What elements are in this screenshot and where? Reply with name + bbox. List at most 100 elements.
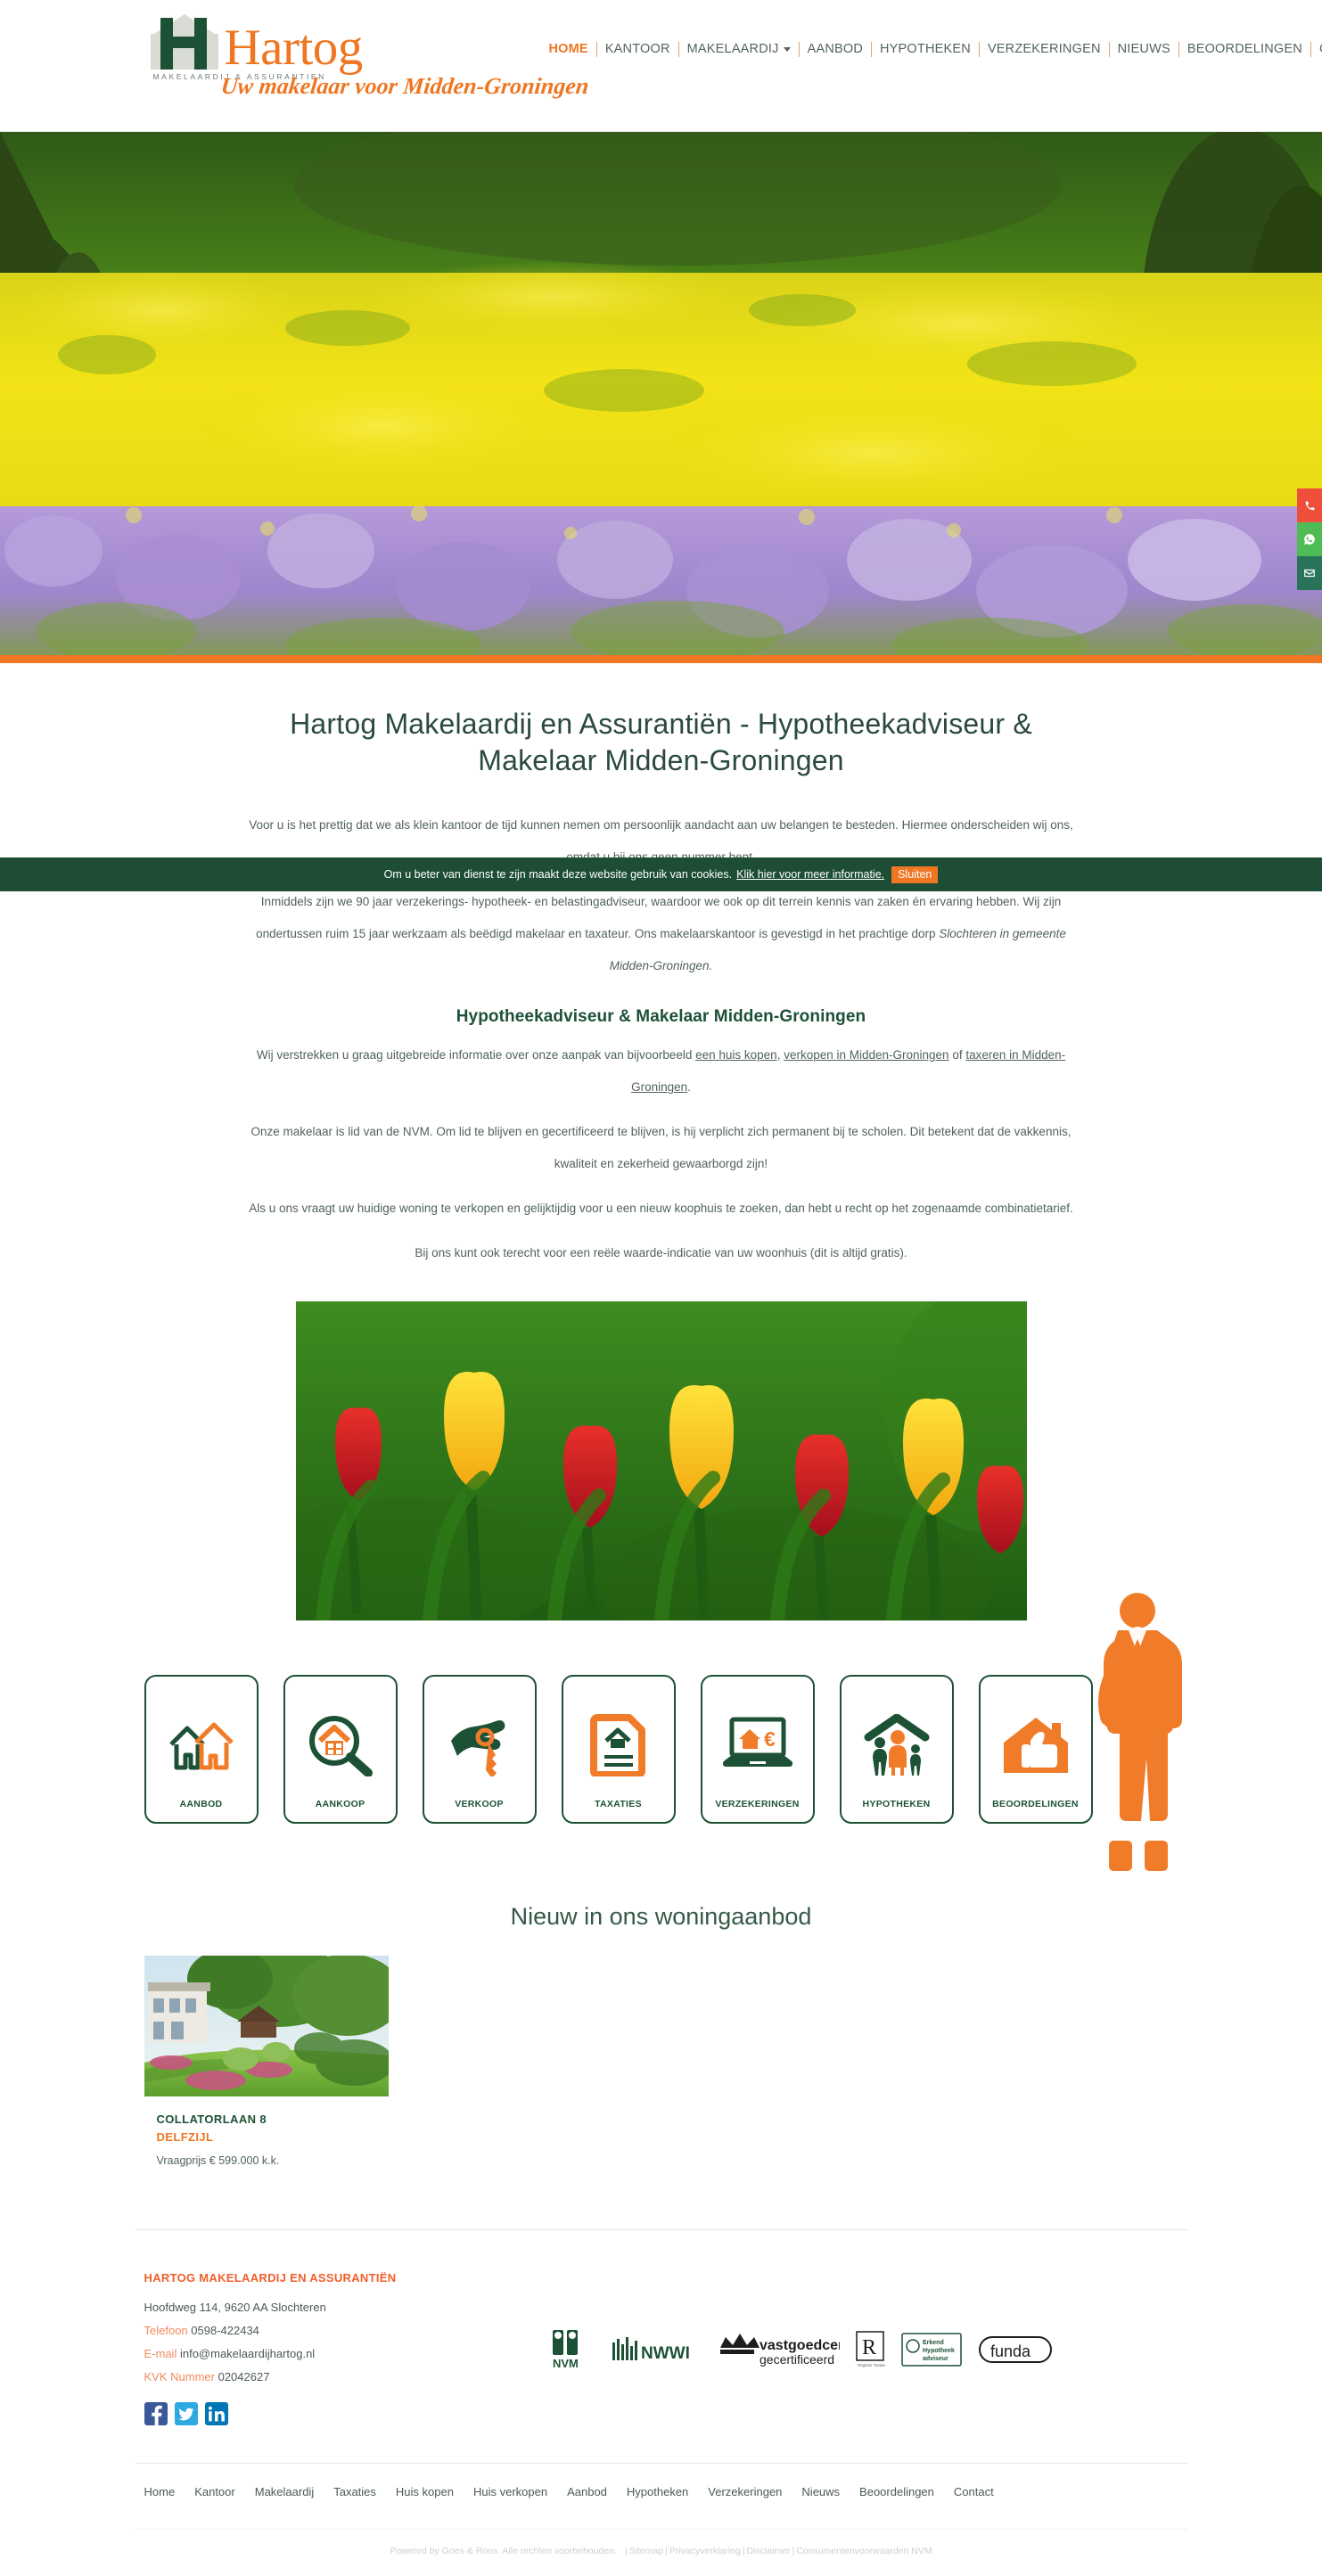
- copyright-links[interactable]: |Sitemap|Privacyverklaring|Disclaimer|Co…: [623, 2546, 932, 2556]
- property-city: DELFZIJL: [157, 2130, 1175, 2144]
- nav-item-nieuws[interactable]: NIEUWS: [1110, 41, 1178, 57]
- footer-contact-block: HARTOG MAKELAARDIJ EN ASSURANTIËN Hoofdw…: [144, 2271, 519, 2425]
- copyright-link-disclaimer[interactable]: Disclaimer: [747, 2546, 791, 2556]
- property-details: COLLATORLAAN 8DELFZIJLVraagprijs € 599.0…: [144, 2096, 1187, 2181]
- footer-email-line: E-mail info@makelaardijhartog.nl: [144, 2342, 519, 2366]
- service-card-verzekeringen[interactable]: € VERZEKERINGEN: [701, 1675, 815, 1824]
- site-logo[interactable]: Hartog MAKELAARDIJ & ASSURANTIEN: [148, 7, 398, 81]
- footer-nav-item-hypotheken[interactable]: Hypotheken: [627, 2485, 688, 2498]
- nav-item-makelaardij[interactable]: MAKELAARDIJ: [679, 41, 799, 57]
- nav-item-verzekeringen[interactable]: VERZEKERINGEN: [980, 41, 1109, 57]
- nav-item-label: KANTOOR: [605, 41, 670, 57]
- linkedin-icon[interactable]: [205, 2402, 228, 2425]
- svg-text:€: €: [764, 1727, 776, 1751]
- copyright-separator: |: [792, 2546, 795, 2556]
- svg-text:NVM: NVM: [553, 2357, 579, 2370]
- history-paragraph: Inmiddels zijn we 90 jaar verzekerings- …: [234, 886, 1089, 982]
- footer-nav-item-huis-verkopen[interactable]: Huis verkopen: [473, 2485, 547, 2498]
- footer-nav-item-makelaardij[interactable]: Makelaardij: [255, 2485, 314, 2498]
- family-roof-icon: [845, 1691, 948, 1799]
- svg-text:NWWI: NWWI: [641, 2344, 690, 2363]
- service-card-label: VERKOOP: [455, 1799, 504, 1809]
- footer-certification-badges: NVM NWWI: [549, 2271, 1053, 2425]
- service-card-aanbod[interactable]: AANBOD: [144, 1675, 259, 1824]
- nav-item-label: AANBOD: [808, 41, 863, 57]
- page-title: Hartog Makelaardij en Assurantiën - Hypo…: [135, 663, 1187, 779]
- service-card-verkoop[interactable]: VERKOOP: [423, 1675, 537, 1824]
- badge-nvm: NVM: [549, 2328, 595, 2371]
- floating-contact-tabs[interactable]: [1297, 488, 1322, 590]
- copyright-bar: Powered by Goes & Roos. Alle rechten voo…: [135, 2529, 1187, 2576]
- footer-social-links[interactable]: [144, 2402, 519, 2425]
- nav-item-contact[interactable]: CONTACT: [1311, 41, 1322, 57]
- footer-nav-item-taxaties[interactable]: Taxaties: [333, 2485, 376, 2498]
- brand-tagline: Uw makelaar voor Midden-Groningen: [219, 73, 590, 100]
- mail-icon[interactable]: [1297, 556, 1322, 590]
- link-huis-kopen[interactable]: een huis kopen: [695, 1048, 777, 1062]
- link-verkopen[interactable]: verkopen in Midden-Groningen: [784, 1048, 948, 1062]
- services-paragraph-sep2: of: [949, 1048, 966, 1062]
- nav-item-hypotheken[interactable]: HYPOTHEKEN: [872, 41, 979, 57]
- svg-text:adviseur: adviseur: [923, 2356, 948, 2362]
- footer-phone-value[interactable]: 0598-422434: [191, 2324, 259, 2337]
- services-paragraph: Wij verstrekken u graag uitgebreide info…: [234, 1039, 1089, 1103]
- nav-item-kantoor[interactable]: KANTOOR: [597, 41, 678, 57]
- main-navigation[interactable]: HOME KANTOOR MAKELAARDIJ AANBOD HYPOTHEKENVE…: [541, 41, 1322, 57]
- footer-navigation[interactable]: Home Kantoor Makelaardij Taxaties Huis kopen…: [135, 2463, 1187, 2498]
- badge-rijksmonument: R Register Taxateur: [855, 2330, 885, 2369]
- whatsapp-icon[interactable]: [1297, 522, 1322, 556]
- nav-item-beoordelingen[interactable]: BEOORDELINGEN: [1179, 41, 1310, 57]
- svg-text:Hypotheek: Hypotheek: [923, 2348, 955, 2354]
- service-card-aankoop[interactable]: AANKOOP: [283, 1675, 398, 1824]
- footer-nav-item-verzekeringen[interactable]: Verzekeringen: [708, 2485, 782, 2498]
- footer-nav-item-home[interactable]: Home: [144, 2485, 176, 2498]
- property-listing-card[interactable]: COLLATORLAAN 8DELFZIJLVraagprijs € 599.0…: [144, 1956, 1187, 2181]
- copyright-separator: |: [665, 2546, 668, 2556]
- services-paragraph-lead: Wij verstrekken u graag uitgebreide info…: [257, 1048, 695, 1062]
- footer-nav-item-contact[interactable]: Contact: [954, 2485, 994, 2498]
- footer-nav-item-huis-kopen[interactable]: Huis kopen: [396, 2485, 454, 2498]
- footer-nav-item-kantoor[interactable]: Kantoor: [194, 2485, 235, 2498]
- copyright-link-consumentenvoorwaarden-nvm[interactable]: Consumentenvoorwaarden NVM: [796, 2546, 932, 2556]
- service-card-label: HYPOTHEKEN: [863, 1799, 931, 1809]
- phone-icon[interactable]: [1297, 488, 1322, 522]
- badge-nwwi: NWWI: [611, 2332, 700, 2367]
- house-magnifier-icon: [289, 1691, 392, 1799]
- copyright-separator: |: [743, 2546, 745, 2556]
- logo-wordmark: Hartog: [225, 25, 363, 71]
- footer-kvk-value: 02042627: [218, 2370, 270, 2383]
- service-card-hypotheken[interactable]: HYPOTHEKEN: [840, 1675, 954, 1824]
- badge-erkend-hypotheekadviseur: Erkend Hypotheek adviseur: [900, 2330, 963, 2369]
- hero-orange-divider: [0, 655, 1322, 663]
- footer-email-value[interactable]: info@makelaardijhartog.nl: [180, 2347, 315, 2360]
- svg-text:Erkend: Erkend: [923, 2340, 944, 2346]
- nav-item-aanbod[interactable]: AANBOD: [800, 41, 871, 57]
- cookie-info-link[interactable]: Klik hier voor meer informatie.: [736, 868, 884, 881]
- property-street: COLLATORLAAN 8: [157, 2112, 1175, 2126]
- copyright-link-sitemap[interactable]: Sitemap: [629, 2546, 664, 2556]
- listings-row: COLLATORLAAN 8DELFZIJLVraagprijs € 599.0…: [135, 1956, 1187, 2181]
- house-logo-icon: [148, 7, 221, 71]
- service-card-taxaties[interactable]: TAXATIES: [562, 1675, 676, 1824]
- services-icon-row: AANBODAANKOOP VERKOOP TAXATIES € VERZEKERING…: [135, 1675, 1187, 1824]
- services-paragraph-end: .: [687, 1080, 691, 1094]
- twitter-icon[interactable]: [175, 2402, 198, 2425]
- nav-item-label: NIEUWS: [1118, 41, 1170, 57]
- footer-nav-item-aanbod[interactable]: Aanbod: [567, 2485, 607, 2498]
- agent-silhouette-illustration: [1052, 1586, 1221, 1880]
- service-card-label: VERZEKERINGEN: [715, 1799, 799, 1809]
- footer-nav-item-nieuws[interactable]: Nieuws: [801, 2485, 840, 2498]
- cookie-close-button[interactable]: Sluiten: [891, 866, 938, 883]
- section-subtitle: Hypotheekadviseur & Makelaar Midden-Gron…: [135, 1007, 1187, 1027]
- footer-phone-label: Telefoon: [144, 2324, 188, 2337]
- hero-image-crocus-field: [0, 132, 1322, 663]
- chevron-down-icon: [784, 47, 791, 52]
- nav-item-home[interactable]: HOME: [541, 41, 596, 57]
- facebook-icon[interactable]: [144, 2402, 168, 2425]
- main-content: Hartog Makelaardij en Assurantiën - Hypo…: [135, 663, 1187, 2576]
- copyright-separator: |: [625, 2546, 628, 2556]
- site-footer: HARTOG MAKELAARDIJ EN ASSURANTIËN Hoofdw…: [135, 2229, 1187, 2576]
- cookie-consent-bar[interactable]: Om u beter van dienst te zijn maakt deze…: [0, 857, 1322, 891]
- footer-nav-item-beoordelingen[interactable]: Beoordelingen: [859, 2485, 934, 2498]
- copyright-link-privacyverklaring[interactable]: Privacyverklaring: [669, 2546, 741, 2556]
